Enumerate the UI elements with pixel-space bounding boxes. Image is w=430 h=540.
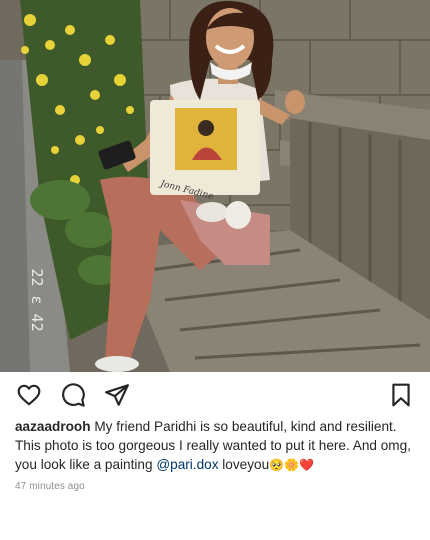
- heart-outline-icon: [17, 384, 41, 406]
- bookmark-icon: [392, 383, 410, 407]
- comment-bubble-icon: [62, 383, 85, 407]
- post-timestamp: 47 minutes ago: [15, 481, 85, 492]
- save-button[interactable]: [388, 382, 414, 408]
- post-action-bar: [0, 372, 430, 418]
- comment-button[interactable]: [60, 382, 86, 408]
- photo-illustration: Jonn Fadine 22 ε 42: [0, 0, 430, 372]
- caption-emojis: 🥺🌼❤️: [269, 458, 314, 472]
- post-caption: aazaadrooh My friend Paridhi is so beaut…: [15, 417, 417, 475]
- post-photo[interactable]: Jonn Fadine 22 ε 42: [0, 0, 430, 372]
- caption-mention-link[interactable]: @pari.dox: [156, 457, 218, 472]
- like-button[interactable]: [16, 382, 42, 408]
- share-button[interactable]: [104, 382, 130, 408]
- photo-overlay-text: 22 ε 42: [28, 268, 46, 331]
- paper-plane-icon: [105, 384, 129, 406]
- caption-text-end: loveyou: [218, 457, 270, 472]
- caption-username[interactable]: aazaadrooh: [15, 419, 91, 434]
